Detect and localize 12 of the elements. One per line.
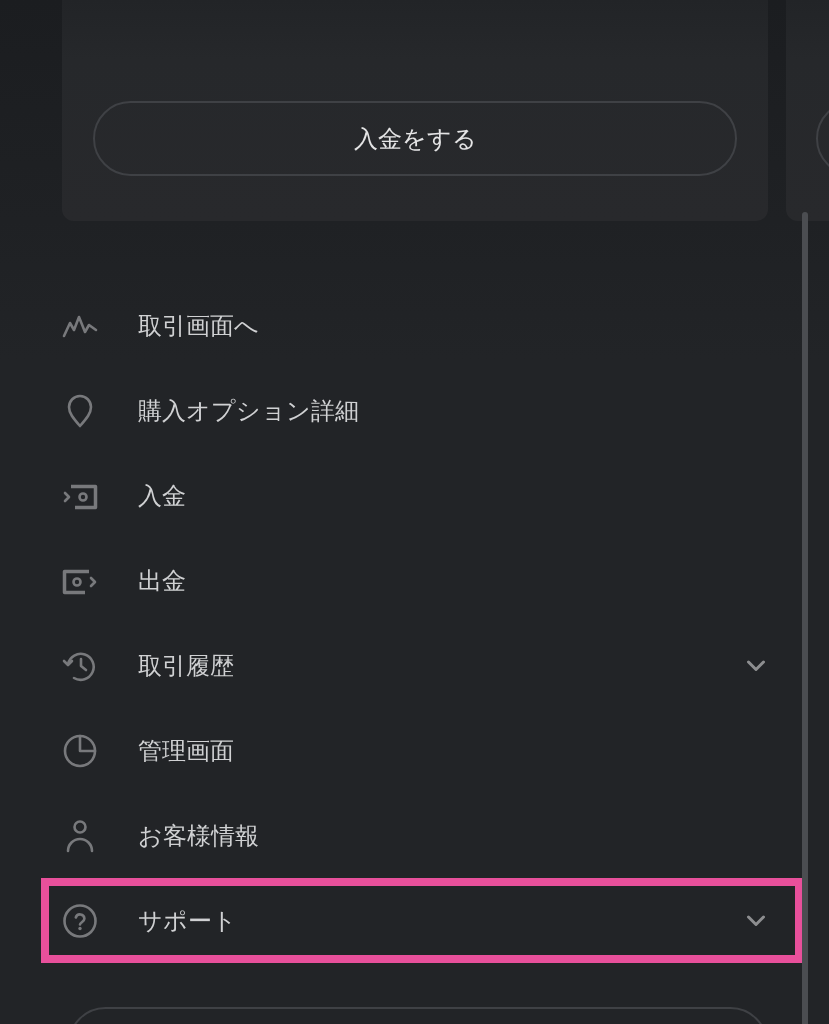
menu-item[interactable]: 出金 (41, 538, 803, 623)
help-icon (62, 902, 98, 939)
scrollbar[interactable] (802, 212, 808, 1024)
menu-item[interactable]: サポート (41, 878, 803, 963)
menu-item[interactable]: 取引履歴 (41, 623, 803, 708)
menu-item[interactable]: 管理画面 (41, 708, 803, 793)
menu-item[interactable]: 購入オプション詳細 (41, 368, 803, 453)
menu-item[interactable]: 入金 (41, 453, 803, 538)
pie-chart-icon (62, 732, 98, 769)
menu-item[interactable]: 取引画面へ (41, 283, 803, 368)
menu-item[interactable]: お客様情報 (41, 793, 803, 878)
deposit-button[interactable]: 入金をする (93, 101, 737, 176)
